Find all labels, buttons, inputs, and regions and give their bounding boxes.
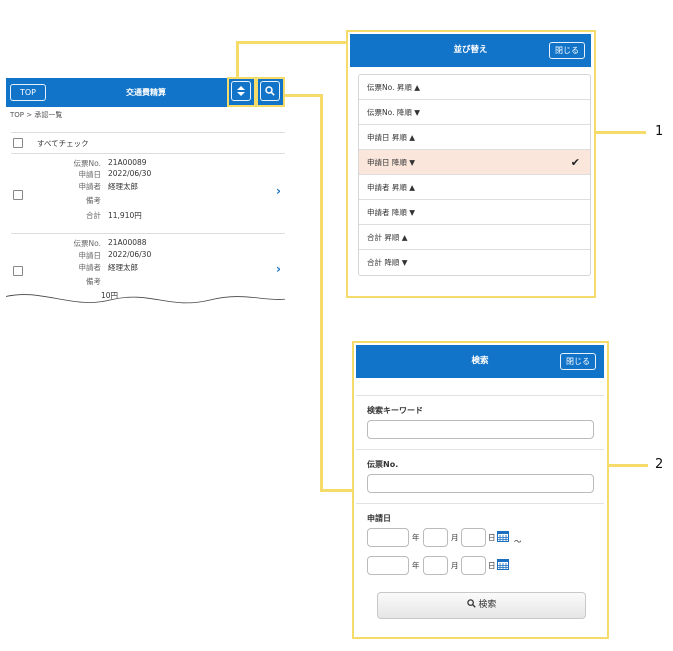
callout-1: 1: [655, 124, 664, 139]
slip-no-input[interactable]: [367, 474, 594, 493]
connector-line: [320, 489, 354, 492]
sort-option[interactable]: 合計 降順 ▼: [359, 250, 590, 275]
keyword-label: 検索キーワード: [367, 406, 423, 415]
search-panel: 検索 閉じる 検索キーワード 伝票No. 申請日 年 月 日 ～ 年 月 日 検…: [352, 341, 609, 639]
search-close-button[interactable]: 閉じる: [560, 353, 596, 370]
top-button[interactable]: TOP: [10, 84, 46, 101]
check-all-label: すべてチェック: [37, 139, 89, 148]
sort-option[interactable]: 伝票No. 昇順 ▲: [359, 75, 590, 100]
from-year-input[interactable]: [367, 528, 409, 547]
check-all-row[interactable]: すべてチェック: [11, 132, 285, 154]
divider: [356, 449, 604, 450]
field-label: 申請日: [78, 251, 102, 260]
check-icon: ✔: [570, 156, 580, 169]
sort-options-list: 伝票No. 昇順 ▲ 伝票No. 降順 ▼ 申請日 昇順 ▲ 申請日 降順 ▼ ✔…: [358, 74, 591, 276]
divider: [356, 395, 604, 396]
search-submit-label: 検索: [478, 600, 497, 610]
sort-close-button[interactable]: 閉じる: [549, 42, 585, 59]
apply-date: 2022/06/30: [108, 250, 152, 259]
list-item[interactable]: 伝票No. 21A00089 申請日 2022/06/30 申請者 経理太郎 備…: [11, 154, 285, 234]
slip-no-label: 伝票No.: [367, 460, 399, 469]
check-all-checkbox[interactable]: [13, 138, 23, 148]
sort-option[interactable]: 申請者 昇順 ▲: [359, 175, 590, 200]
callout-2: 2: [655, 457, 664, 472]
connector-line: [236, 41, 239, 79]
field-label: 伝票No.: [73, 239, 101, 248]
month-unit: 月: [451, 533, 459, 542]
divider: [356, 503, 604, 504]
from-month-input[interactable]: [423, 528, 448, 547]
list-screen: TOP 交通費精算 TOP > 承認一覧 すべてチェック 伝票No. 21A00…: [6, 78, 285, 310]
apply-date-label: 申請日: [367, 514, 391, 523]
slip-no: 21A00089: [108, 158, 147, 167]
applicant: 経理太郎: [108, 182, 138, 191]
search-submit-button[interactable]: 検索: [377, 592, 586, 619]
search-icon: [260, 81, 280, 101]
sort-icon: [231, 81, 251, 101]
field-label: 申請者: [78, 263, 102, 272]
breadcrumb[interactable]: TOP > 承認一覧: [10, 110, 62, 120]
day-unit: 日: [488, 533, 496, 542]
sort-option[interactable]: 申請日 昇順 ▲: [359, 125, 590, 150]
sort-option[interactable]: 申請者 降順 ▼: [359, 200, 590, 225]
chevron-right-icon[interactable]: ›: [276, 262, 281, 276]
torn-edge-graphic: [6, 294, 285, 310]
connector-line: [320, 94, 323, 491]
keyword-input[interactable]: [367, 420, 594, 439]
apply-date: 2022/06/30: [108, 169, 152, 178]
applicant: 経理太郎: [108, 263, 138, 272]
connector-line: [283, 94, 322, 97]
field-label: 備考: [86, 196, 101, 205]
sort-option[interactable]: 合計 昇順 ▲: [359, 225, 590, 250]
calendar-icon[interactable]: [497, 558, 509, 570]
chevron-right-icon[interactable]: ›: [276, 184, 281, 198]
total: 11,910円: [108, 211, 142, 220]
year-unit: 年: [412, 561, 420, 570]
sort-option[interactable]: 伝票No. 降順 ▼: [359, 100, 590, 125]
field-label: 申請者: [78, 182, 102, 191]
sort-button[interactable]: [227, 77, 256, 107]
connector-line: [236, 41, 348, 44]
sort-panel: 並び替え 閉じる 伝票No. 昇順 ▲ 伝票No. 降順 ▼ 申請日 昇順 ▲ …: [346, 30, 596, 298]
search-panel-header: 検索 閉じる: [356, 345, 604, 378]
search-button[interactable]: [256, 77, 285, 107]
month-unit: 月: [451, 561, 459, 570]
field-label: 備考: [86, 277, 101, 286]
search-icon: [466, 599, 476, 608]
connector-line: [608, 464, 648, 467]
to-day-input[interactable]: [461, 556, 486, 575]
page-title: 交通費精算: [126, 88, 166, 97]
connector-line: [596, 131, 646, 134]
sort-panel-header: 並び替え 閉じる: [350, 34, 591, 67]
field-label: 申請日: [78, 170, 102, 179]
field-label: 合計: [86, 211, 101, 220]
to-month-input[interactable]: [423, 556, 448, 575]
range-separator: ～: [514, 537, 522, 546]
slip-no: 21A00088: [108, 238, 147, 247]
sort-option-selected[interactable]: 申請日 降順 ▼ ✔: [359, 150, 590, 175]
year-unit: 年: [412, 533, 420, 542]
from-day-input[interactable]: [461, 528, 486, 547]
calendar-icon[interactable]: [497, 530, 509, 542]
field-label: 伝票No.: [73, 159, 101, 168]
to-year-input[interactable]: [367, 556, 409, 575]
day-unit: 日: [488, 561, 496, 570]
